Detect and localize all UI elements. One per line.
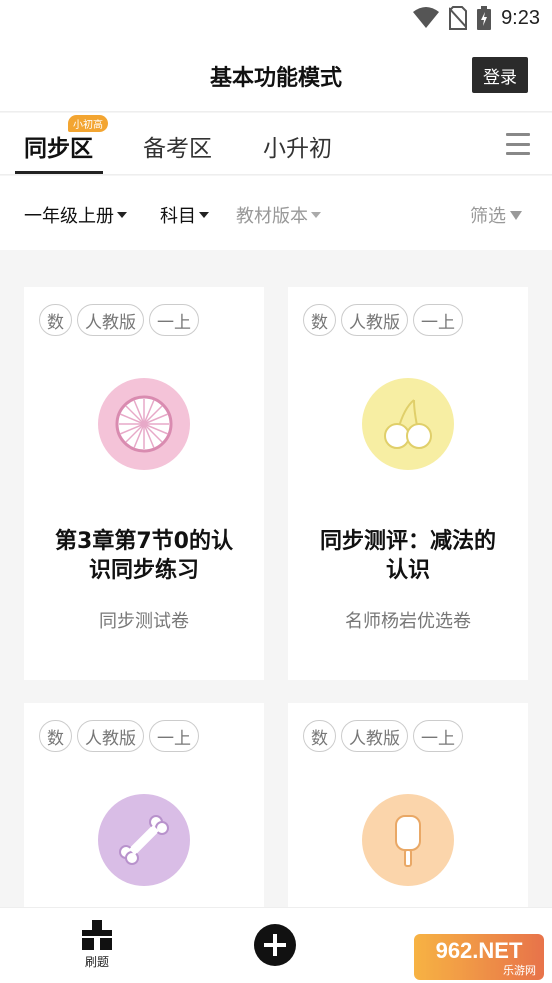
- subject-tag: 数: [39, 720, 72, 752]
- grade-filter-label: 一年级上册: [24, 206, 114, 227]
- funnel-icon: [510, 210, 522, 220]
- subject-filter[interactable]: 科目: [160, 202, 209, 228]
- paper-card[interactable]: 数 人教版 一上 第3章第7节0的认 识同步练习 同步测试卷: [24, 287, 264, 680]
- caret-down-icon: [117, 212, 127, 218]
- card-subtitle: 名师杨岩优选卷: [345, 611, 471, 632]
- filter-button-label: 筛选: [470, 206, 506, 227]
- tag-list: 数 人教版 一上: [303, 304, 463, 336]
- tab-primary-to-middle[interactable]: 小升初: [263, 129, 332, 163]
- card-title: 第3章第7节0的认 识同步练习: [34, 527, 254, 585]
- status-icons: 9:23: [413, 6, 540, 30]
- battery-charging-icon: [477, 6, 492, 30]
- subject-filter-label: 科目: [160, 206, 196, 227]
- tag-list: 数 人教版 一上: [303, 720, 463, 752]
- card-title-line-2: 认识: [385, 558, 430, 583]
- wifi-icon: [413, 7, 440, 28]
- tag-list: 数 人教版 一上: [39, 720, 199, 752]
- tab-sync-label: 同步区: [24, 136, 93, 162]
- edition-tag: 人教版: [341, 720, 408, 752]
- paper-card[interactable]: 数 人教版 一上: [288, 703, 528, 913]
- grade-tag: 一上: [149, 304, 199, 336]
- paper-card[interactable]: 数 人教版 一上 同步测评：减法的 认识 名师杨岩优选卷: [288, 287, 528, 680]
- citrus-slice-icon: [98, 378, 190, 470]
- subject-tag: 数: [303, 720, 336, 752]
- watermark-logo: 962.NET 乐游网: [414, 934, 544, 980]
- tab-sync[interactable]: 同步区: [24, 129, 93, 163]
- login-button[interactable]: 登录: [472, 57, 528, 93]
- page-title: 基本功能模式: [209, 66, 342, 91]
- app-header: 基本功能模式 登录: [0, 40, 552, 112]
- subject-tag: 数: [39, 304, 72, 336]
- card-title-line-2: 识同步练习: [88, 558, 199, 583]
- cherries-icon: [362, 378, 454, 470]
- plus-circle-icon[interactable]: [254, 924, 296, 966]
- watermark-subtext: 乐游网: [503, 964, 536, 977]
- edition-tag: 人教版: [341, 304, 408, 336]
- status-bar: 9:23: [0, 0, 552, 40]
- filter-button[interactable]: 筛选: [470, 202, 522, 228]
- edition-filter[interactable]: 教材版本: [236, 202, 321, 228]
- tab-exam-prep[interactable]: 备考区: [143, 129, 212, 163]
- active-tab-indicator: [15, 171, 103, 174]
- tab-sync-badge: 小初高: [68, 115, 108, 132]
- card-title-line-1: 第3章第7节0的认: [55, 529, 233, 554]
- grade-tag: 一上: [149, 720, 199, 752]
- filter-bar: 一年级上册 科目 教材版本 筛选: [0, 176, 552, 250]
- caret-down-icon: [199, 212, 209, 218]
- bottom-nav: 刷题 962.NET 乐游网: [0, 907, 552, 983]
- no-sim-icon: [449, 6, 468, 30]
- card-title-line-1: 同步测评：减法的: [319, 529, 496, 554]
- grade-tag: 一上: [413, 720, 463, 752]
- edition-tag: 人教版: [77, 720, 144, 752]
- paper-card[interactable]: 数 人教版 一上: [24, 703, 264, 913]
- caret-down-icon: [311, 212, 321, 218]
- grade-tag: 一上: [413, 304, 463, 336]
- popsicle-icon: [362, 794, 454, 886]
- nav-practice[interactable]: 刷题: [80, 920, 114, 970]
- tab-exam-prep-label: 备考区: [143, 136, 212, 162]
- watermark-text: 962.NET: [435, 938, 523, 963]
- nav-practice-label: 刷题: [84, 955, 109, 969]
- subject-tag: 数: [303, 304, 336, 336]
- bone-icon: [98, 794, 190, 886]
- grade-filter[interactable]: 一年级上册: [24, 202, 127, 228]
- hamburger-menu-icon[interactable]: [506, 133, 530, 155]
- card-title: 同步测评：减法的 认识: [298, 527, 518, 585]
- edition-tag: 人教版: [77, 304, 144, 336]
- status-time: 9:23: [501, 6, 540, 29]
- edition-filter-label: 教材版本: [236, 206, 308, 227]
- tag-list: 数 人教版 一上: [39, 304, 199, 336]
- tab-bar: 同步区 小初高 备考区 小升初: [0, 113, 552, 175]
- tab-primary-to-middle-label: 小升初: [263, 136, 332, 162]
- brush-icon: [82, 920, 112, 950]
- card-subtitle: 同步测试卷: [99, 611, 189, 632]
